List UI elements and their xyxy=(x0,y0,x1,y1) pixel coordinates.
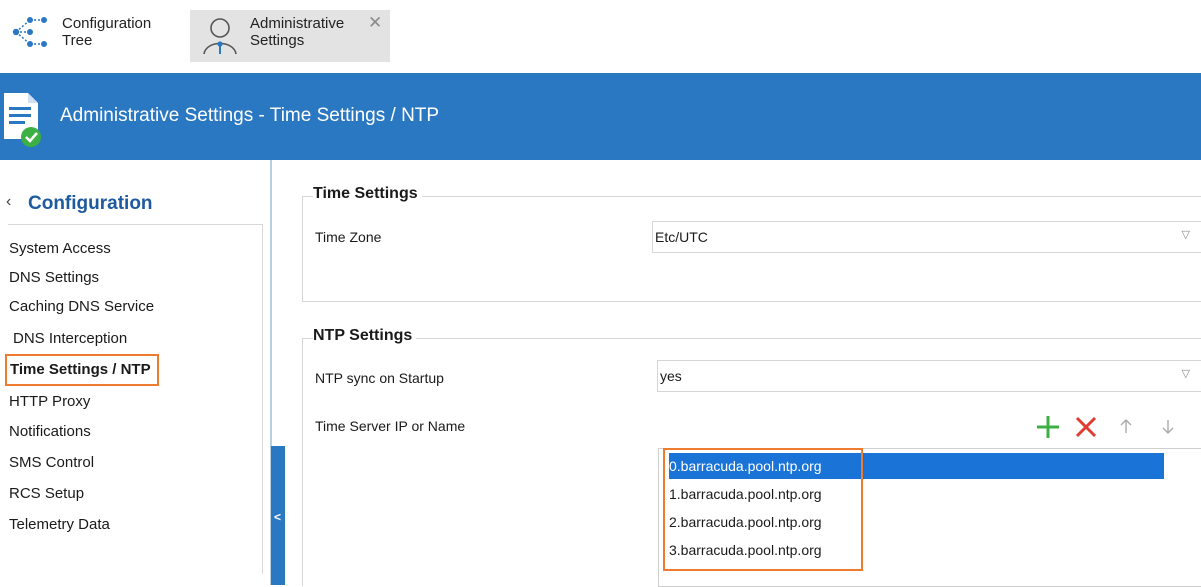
sidebar-item-dns-interception[interactable]: DNS Interception xyxy=(13,327,127,351)
ntp-sync-label: NTP sync on Startup xyxy=(315,370,444,386)
server-list-toolbar xyxy=(1032,413,1201,445)
time-server-label: Time Server IP or Name xyxy=(315,418,466,434)
tab-label: Configuration Tree xyxy=(62,15,182,49)
sidebar-collapse-handle[interactable]: < xyxy=(271,446,285,585)
tab-label: Administrative Settings xyxy=(250,15,370,49)
sidebar-heading[interactable]: Configuration xyxy=(28,193,153,215)
add-icon[interactable] xyxy=(1034,413,1062,446)
close-icon[interactable]: ✕ xyxy=(368,14,382,31)
sidebar-item-caching-dns-service[interactable]: Caching DNS Service xyxy=(9,295,154,319)
divider xyxy=(8,224,262,225)
time-zone-select[interactable]: Etc/UTC ▽ xyxy=(652,221,1201,253)
time-zone-label: Time Zone xyxy=(315,229,382,245)
tab-label-line2: Tree xyxy=(62,32,93,49)
sidebar-item-notifications[interactable]: Notifications xyxy=(9,420,91,444)
chevron-left-icon: < xyxy=(274,510,282,524)
server-highlight-box xyxy=(663,448,863,571)
divider xyxy=(262,224,263,574)
page-header: Administrative Settings - Time Settings … xyxy=(0,73,1201,160)
time-zone-value: Etc/UTC xyxy=(655,229,708,245)
document-check-icon xyxy=(2,87,48,154)
sidebar-item-sms-control[interactable]: SMS Control xyxy=(9,451,94,475)
tab-strip: Configuration Tree Administrative Settin… xyxy=(0,0,1201,72)
sidebar-item-rcs-setup[interactable]: RCS Setup xyxy=(9,482,84,506)
arrow-down-icon[interactable] xyxy=(1160,417,1176,442)
sidebar-item-telemetry-data[interactable]: Telemetry Data xyxy=(9,513,110,537)
group-title-ntp-settings: NTP Settings xyxy=(313,327,417,345)
page-title: Administrative Settings - Time Settings … xyxy=(60,105,440,126)
chevron-down-icon: ▽ xyxy=(1181,229,1190,241)
ntp-sync-select[interactable]: yes ▽ xyxy=(657,360,1201,392)
chevron-down-icon: ▽ xyxy=(1181,368,1190,380)
sidebar-item-system-access[interactable]: System Access xyxy=(9,237,111,261)
tab-label-line1: Administrative xyxy=(250,15,345,32)
tab-label-line2: Settings xyxy=(250,32,305,49)
tab-administrative-settings[interactable]: Administrative Settings ✕ xyxy=(190,10,390,62)
tab-configuration-tree[interactable]: Configuration Tree xyxy=(8,10,188,62)
group-title-time-settings: Time Settings xyxy=(313,185,422,203)
tree-icon xyxy=(10,12,54,57)
sidebar-item-http-proxy[interactable]: HTTP Proxy xyxy=(9,390,90,414)
remove-icon[interactable] xyxy=(1072,413,1100,446)
sidebar-item-time-settings-ntp[interactable]: Time Settings / NTP xyxy=(5,354,159,386)
arrow-up-icon[interactable] xyxy=(1118,417,1134,442)
tab-label-line1: Configuration xyxy=(62,15,152,32)
sidebar-item-dns-settings[interactable]: DNS Settings xyxy=(9,266,99,290)
chevron-icon[interactable]: ‹ xyxy=(6,193,11,211)
user-icon xyxy=(200,14,244,61)
ntp-sync-value: yes xyxy=(660,368,682,384)
